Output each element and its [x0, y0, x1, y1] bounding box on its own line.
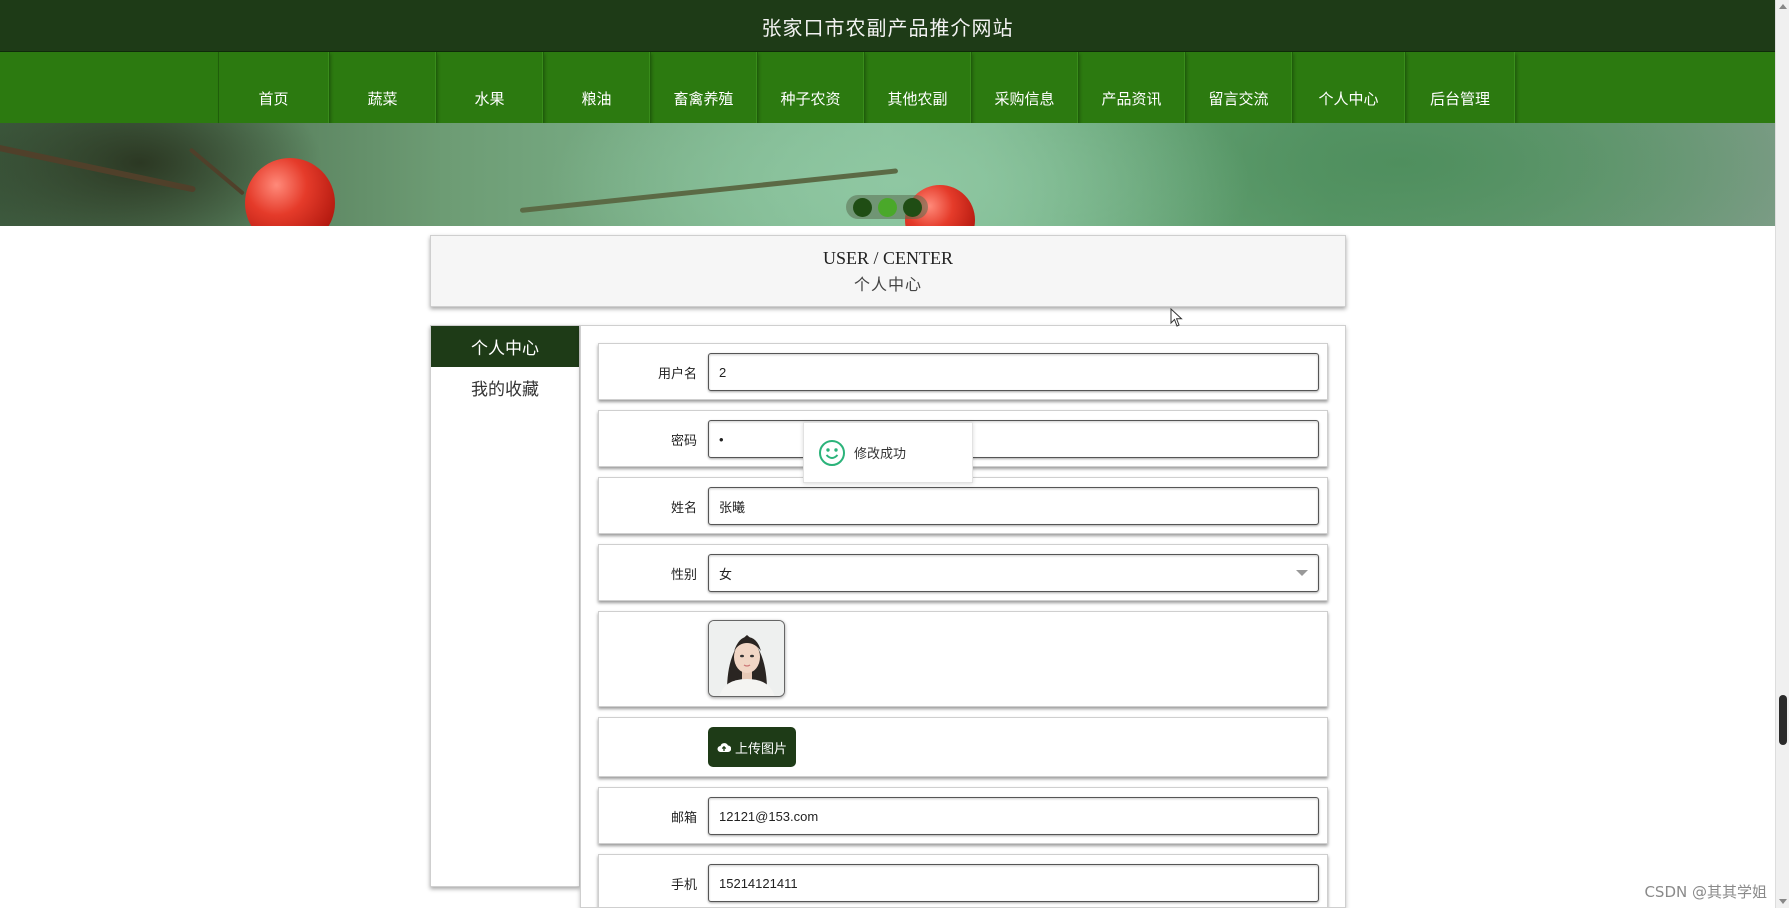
avatar	[708, 620, 785, 697]
nav-item-label: 个人中心	[1318, 90, 1379, 108]
nav-item-label: 后台管理	[1429, 90, 1490, 108]
nav-item-label: 首页	[258, 90, 289, 108]
page: 张家口市农副产品推介网站 首页 蔬菜 水果 粮油 畜禽养殖 种子农资 其他农副 采购信息 产品资…	[0, 0, 1789, 908]
scroll-up-icon[interactable]	[1779, 4, 1787, 9]
form-row-phone: 手机 15214121411	[598, 854, 1328, 907]
sidebar: 个人中心 我的收藏	[430, 325, 580, 887]
site-header: 张家口市农副产品推介网站	[0, 0, 1775, 52]
password-label: 密码	[670, 434, 697, 449]
upload-image-button[interactable]: 上传图片	[708, 727, 797, 767]
form-row-username: 用户名 2	[598, 343, 1328, 400]
nav-item[interactable]: 畜禽养殖	[650, 52, 757, 123]
name-label: 姓名	[670, 501, 697, 516]
watermark: CSDN @其其学姐	[1644, 883, 1767, 901]
email-input[interactable]: 12121@153.com	[708, 797, 1319, 835]
page-title-cn: 个人中心	[853, 275, 922, 294]
nav-item-label: 水果	[474, 90, 505, 108]
carousel-dot[interactable]	[852, 197, 872, 217]
form-row-name: 姓名 张曦	[598, 477, 1328, 534]
nav-item-label: 产品资讯	[1101, 90, 1162, 108]
nav-item[interactable]: 后台管理	[1405, 52, 1515, 123]
carousel-dot[interactable]	[902, 197, 922, 217]
profile-form: 用户名 2 密码 • 姓名 张曦 性别 女 上传图片 邮箱 12121@153.…	[580, 325, 1346, 908]
nav-item-label: 粮油	[581, 90, 612, 108]
form-row-upload: 上传图片	[598, 717, 1328, 777]
upload-button-label: 上传图片	[735, 741, 788, 757]
phone-input[interactable]: 15214121411	[708, 864, 1319, 902]
scrollbar-thumb[interactable]	[1779, 695, 1787, 745]
gender-select[interactable]: 女	[708, 554, 1319, 592]
form-row-avatar	[598, 611, 1328, 707]
mouse-cursor-icon	[1170, 308, 1183, 327]
page-header: USER / CENTER 个人中心	[430, 235, 1346, 307]
smile-icon	[819, 439, 845, 466]
nav-item-label: 采购信息	[994, 90, 1055, 108]
nav-item-label: 种子农资	[780, 90, 841, 108]
nav-item[interactable]: 水果	[436, 52, 543, 123]
nav-item-label: 蔬菜	[367, 90, 398, 108]
password-input[interactable]: •	[708, 420, 1319, 458]
nav-item[interactable]: 个人中心	[1292, 52, 1405, 123]
username-label: 用户名	[657, 367, 697, 382]
nav-item[interactable]: 粮油	[543, 52, 650, 123]
gender-label: 性别	[670, 568, 697, 583]
toast-text: 修改成功	[854, 447, 907, 462]
email-label: 邮箱	[670, 811, 697, 826]
site-title: 张家口市农副产品推介网站	[761, 16, 1014, 40]
carousel-dot[interactable]	[877, 197, 897, 217]
nav-item-label: 留言交流	[1208, 90, 1269, 108]
nav-item[interactable]: 留言交流	[1185, 52, 1292, 123]
scroll-down-icon[interactable]	[1779, 899, 1787, 904]
nav-item-label: 畜禽养殖	[673, 90, 734, 108]
toast-message: 修改成功	[803, 422, 973, 483]
cloud-upload-icon	[717, 743, 731, 752]
sidebar-item-favorites[interactable]: 我的收藏	[431, 367, 579, 408]
phone-label: 手机	[670, 878, 697, 893]
name-input[interactable]: 张曦	[708, 487, 1319, 525]
nav-item-label: 其他农副	[887, 90, 948, 108]
username-input[interactable]: 2	[708, 353, 1319, 391]
nav-item[interactable]: 蔬菜	[329, 52, 436, 123]
carousel-dots	[846, 195, 928, 219]
form-row-email: 邮箱 12121@153.com	[598, 787, 1328, 844]
nav-item[interactable]: 其他农副	[864, 52, 971, 123]
form-row-gender: 性别 女	[598, 544, 1328, 601]
sidebar-item-profile[interactable]: 个人中心	[431, 326, 579, 367]
chevron-down-icon	[1296, 570, 1308, 576]
main-nav: 首页 蔬菜 水果 粮油 畜禽养殖 种子农资 其他农副 采购信息 产品资讯 留言交流 个人中心 后台管理	[0, 52, 1775, 123]
banner-carousel	[0, 123, 1775, 226]
gender-selected-value: 女	[719, 566, 733, 582]
nav-item[interactable]: 种子农资	[757, 52, 864, 123]
nav-item[interactable]: 首页	[218, 52, 329, 123]
page-scrollbar[interactable]	[1775, 0, 1789, 908]
nav-items: 首页 蔬菜 水果 粮油 畜禽养殖 种子农资 其他农副 采购信息 产品资讯 留言交流 个人中心 后台管理	[218, 52, 1515, 123]
nav-item[interactable]: 产品资讯	[1078, 52, 1185, 123]
avatar-portrait-image	[709, 621, 784, 696]
nav-item[interactable]: 采购信息	[971, 52, 1078, 123]
page-title-en: USER / CENTER	[822, 248, 953, 268]
